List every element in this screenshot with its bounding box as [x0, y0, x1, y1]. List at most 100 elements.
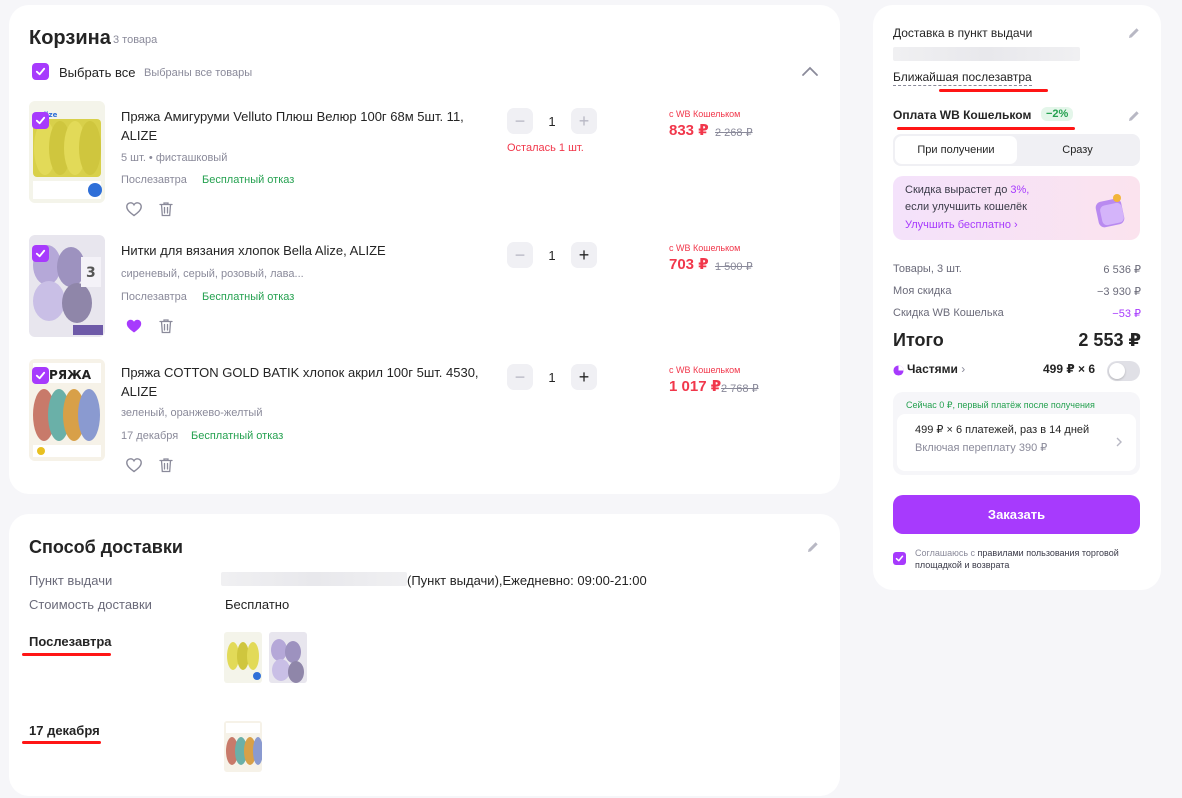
installments-line-1: 499 ₽ × 6 платежей, раз в 14 дней [915, 424, 1090, 436]
group-product-thumb[interactable] [224, 632, 262, 683]
checkmark-icon [35, 67, 46, 76]
pencil-icon[interactable] [1127, 26, 1141, 40]
item-old-price: 1 500 ₽ [715, 261, 753, 273]
quantity-value: 1 [548, 114, 556, 129]
item-price: 1 017 ₽ [669, 378, 722, 395]
heart-icon[interactable] [125, 456, 143, 474]
group-product-thumb[interactable] [269, 632, 307, 683]
item-price: 703 ₽ [669, 256, 709, 273]
installments-link[interactable]: Частями › [907, 362, 965, 376]
quantity-increase-button[interactable]: + [571, 364, 597, 390]
item-attributes: зеленый, оранжево-желтый [121, 407, 263, 419]
quantity-decrease-button[interactable]: − [507, 364, 533, 390]
delivery-group-date: 17 декабря [29, 723, 100, 738]
annotation-underline [897, 127, 1075, 130]
pencil-icon[interactable] [1127, 109, 1141, 123]
quantity-decrease-button[interactable]: − [507, 242, 533, 268]
agreement-text: Соглашаюсь с правилами пользования торго… [915, 548, 1119, 570]
goods-value: 6 536 ₽ [1103, 264, 1141, 276]
cart-item: 3 Нитки для вязания хлопок Bella Alize, … [9, 235, 840, 345]
cart-card: Корзина 3 товара Выбрать все Выбраны все… [9, 5, 840, 494]
checkmark-icon [895, 555, 904, 562]
my-discount-value: −3 930 ₽ [1096, 286, 1141, 298]
pay-on-receipt-option[interactable]: При получении [895, 136, 1017, 164]
delivery-title: Способ доставки [29, 537, 183, 557]
total-value: 2 553 ₽ [1078, 330, 1141, 350]
redacted-address [893, 47, 1080, 61]
installments-line-2: Включая переплату 390 ₽ [915, 442, 1048, 454]
item-delivery-date: Послезавтра [121, 291, 187, 303]
item-old-price: 2 768 ₽ [721, 383, 759, 395]
wallet-icon [1095, 194, 1125, 228]
item-price: 833 ₽ [669, 122, 709, 139]
chevron-right-icon [1116, 437, 1122, 447]
heart-filled-icon[interactable] [125, 317, 143, 335]
pickup-point-value: (Пункт выдачи),Ежедневно: 09:00-21:00 [407, 573, 647, 588]
payment-title: Оплата WB Кошельком [893, 108, 1032, 122]
trash-icon[interactable] [157, 456, 175, 474]
installments-details: Сейчас 0 ₽, первый платёж после получени… [893, 392, 1140, 475]
installments-plan[interactable]: 499 ₽ × 6 платежей, раз в 14 дней Включа… [897, 414, 1136, 471]
item-title[interactable]: Пряжа COTTON GOLD BATIK хлопок акрил 100… [121, 363, 481, 401]
trash-icon[interactable] [157, 317, 175, 335]
installments-value: 499 ₽ × 6 [1043, 362, 1096, 376]
nearest-delivery[interactable]: Ближайшая послезавтра [893, 70, 1032, 86]
quantity-increase-button[interactable]: + [571, 242, 597, 268]
item-attributes: 5 шт. • фисташковый [121, 152, 228, 164]
quantity-increase-button[interactable]: + [571, 108, 597, 134]
item-checkbox[interactable] [32, 112, 49, 129]
agree-checkbox[interactable] [893, 552, 906, 565]
total-label: Итого [893, 330, 944, 350]
delivery-card: Способ доставки Пункт выдачи (Пункт выда… [9, 514, 840, 796]
delivery-group-date: Послезавтра [29, 634, 112, 649]
trash-icon[interactable] [157, 200, 175, 218]
cart-count: 3 товара [113, 34, 158, 46]
quantity-value: 1 [548, 370, 556, 385]
item-delivery-date: Послезавтра [121, 174, 187, 186]
pay-now-option[interactable]: Сразу [1017, 136, 1138, 164]
free-refusal-label: Бесплатный отказ [202, 291, 295, 303]
order-summary-card: Доставка в пункт выдачи Ближайшая послез… [873, 5, 1161, 590]
select-all-label[interactable]: Выбрать все [59, 65, 135, 80]
free-refusal-label: Бесплатный отказ [191, 430, 284, 442]
item-title[interactable]: Нитки для вязания хлопок Bella Alize, AL… [121, 241, 481, 260]
annotation-underline [22, 653, 111, 656]
item-checkbox[interactable] [32, 367, 49, 384]
promo-link[interactable]: Улучшить бесплатно › [905, 219, 1018, 231]
heart-icon[interactable] [125, 200, 143, 218]
installments-toggle[interactable] [1107, 361, 1140, 381]
group-product-thumb[interactable] [224, 721, 262, 772]
free-refusal-label: Бесплатный отказ [202, 174, 295, 186]
quantity-value: 1 [548, 248, 556, 263]
cart-item: ПРЯЖА Пряжа COTTON GOLD BATIK хлопок акр… [9, 357, 840, 474]
wallet-price-label: с WB Кошельком [669, 365, 741, 375]
checkmark-icon [35, 116, 46, 125]
promo-line-1: Скидка вырастет до 3%, [905, 184, 1030, 196]
promo-line-2: если улучшить кошелёк [905, 201, 1027, 213]
wallet-discount-value: −53 ₽ [1112, 308, 1141, 320]
my-discount-label: Моя скидка [893, 285, 952, 297]
delivery-cost-value: Бесплатно [225, 597, 290, 612]
delivery-method-title: Доставка в пункт выдачи [893, 26, 1033, 40]
checkmark-icon [35, 371, 46, 380]
wallet-price-label: с WB Кошельком [669, 243, 741, 253]
place-order-button[interactable]: Заказать [893, 495, 1140, 534]
item-checkbox[interactable] [32, 245, 49, 262]
chevron-up-icon[interactable] [801, 65, 819, 77]
svg-text:3: 3 [86, 265, 96, 281]
installments-note: Сейчас 0 ₽, первый платёж после получени… [906, 400, 1095, 410]
toggle-knob [1109, 363, 1125, 379]
cart-item: alize Пряжа Амигуруми Velluto Плюш Велюр… [9, 101, 840, 221]
pencil-icon[interactable] [806, 540, 820, 554]
goods-label: Товары, 3 шт. [893, 263, 962, 275]
checkmark-icon [35, 249, 46, 258]
pie-icon [893, 365, 904, 376]
item-title[interactable]: Пряжа Амигуруми Velluto Плюш Велюр 100г … [121, 107, 481, 145]
select-all-checkbox[interactable] [32, 63, 49, 80]
wallet-promo-banner[interactable]: Скидка вырастет до 3%, если улучшить кош… [893, 176, 1140, 240]
cart-title: Корзина [29, 27, 111, 49]
delivery-cost-label: Стоимость доставки [29, 597, 152, 612]
redacted-address [221, 572, 407, 586]
quantity-decrease-button[interactable]: − [507, 108, 533, 134]
payment-discount-badge: −2% [1041, 107, 1074, 121]
